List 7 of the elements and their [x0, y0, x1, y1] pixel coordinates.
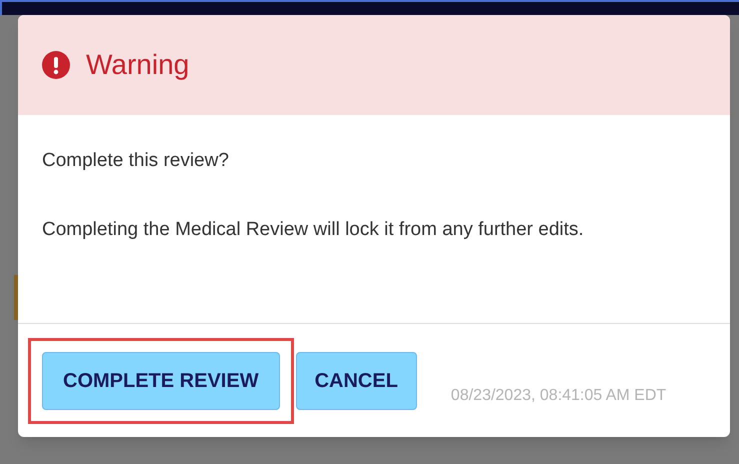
alert-icon [42, 51, 70, 79]
dialog-button[interactable]: CANCEL [296, 352, 417, 410]
timestamp: 08/23/2023, 08:41:05 AM EDT [450, 386, 666, 406]
dialog-button[interactable]: COMPLETE REVIEW [42, 352, 280, 410]
dialog-message: Complete this review? [42, 149, 230, 173]
dialog-title: Warning [86, 48, 190, 82]
dialog-message: Completing the Medical Review will lock it from any further edits. [42, 218, 585, 242]
